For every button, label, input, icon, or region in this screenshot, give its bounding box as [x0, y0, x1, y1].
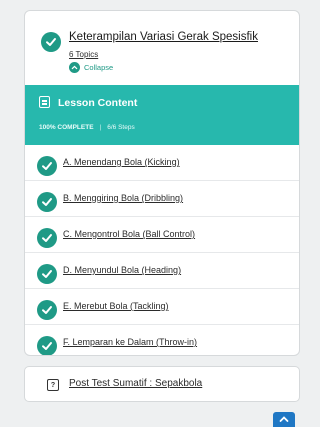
check-circle-icon — [37, 264, 57, 284]
lesson-item[interactable]: A. Menendang Bola (Kicking) — [25, 145, 299, 181]
check-circle-icon — [37, 228, 57, 248]
check-circle-icon — [37, 156, 57, 176]
check-circle-icon — [41, 32, 61, 52]
lesson-link[interactable]: A. Menendang Bola (Kicking) — [63, 157, 180, 167]
quiz-link[interactable]: Post Test Sumatif : Sepakbola — [69, 378, 202, 389]
percent-complete: 100% COMPLETE — [39, 124, 94, 131]
lesson-link[interactable]: D. Menyundul Bola (Heading) — [63, 265, 181, 275]
lesson-item[interactable]: C. Mengontrol Bola (Ball Control) — [25, 217, 299, 253]
lesson-list: A. Menendang Bola (Kicking) B. Menggirin… — [25, 145, 299, 355]
topics-count-link[interactable]: 6 Topics — [69, 50, 98, 59]
topic-header: Keterampilan Variasi Gerak Spesisfik 6 T… — [25, 11, 299, 81]
topic-title-link[interactable]: Keterampilan Variasi Gerak Spesisfik — [69, 31, 258, 43]
lesson-link[interactable]: C. Mengontrol Bola (Ball Control) — [63, 229, 195, 239]
collapse-button[interactable]: Collapse — [69, 61, 113, 73]
quiz-icon: ? — [47, 379, 59, 391]
arrow-up-icon — [279, 416, 289, 422]
lesson-link[interactable]: B. Menggiring Bola (Dribbling) — [63, 193, 183, 203]
lesson-link[interactable]: E. Merebut Bola (Tackling) — [63, 301, 169, 311]
lesson-content-title: Lesson Content — [58, 97, 138, 109]
document-icon — [39, 96, 50, 108]
quiz-card[interactable]: ? Post Test Sumatif : Sepakbola — [24, 366, 300, 402]
lesson-item[interactable]: E. Merebut Bola (Tackling) — [25, 289, 299, 325]
scroll-to-top-button[interactable] — [273, 412, 295, 427]
lesson-item[interactable]: D. Menyundul Bola (Heading) — [25, 253, 299, 289]
check-circle-icon — [37, 336, 57, 355]
steps-count: 6/6 Steps — [107, 124, 135, 131]
collapse-label: Collapse — [84, 62, 114, 72]
progress-status: 100% COMPLETE | 6/6 Steps — [39, 124, 135, 131]
check-circle-icon — [37, 300, 57, 320]
lesson-item[interactable]: B. Menggiring Bola (Dribbling) — [25, 181, 299, 217]
topic-card: Keterampilan Variasi Gerak Spesisfik 6 T… — [24, 10, 300, 356]
chevron-up-icon — [69, 61, 80, 73]
check-circle-icon — [37, 192, 57, 212]
lesson-link[interactable]: F. Lemparan ke Dalam (Throw-in) — [63, 337, 197, 347]
lesson-content-header: Lesson Content 100% COMPLETE | 6/6 Steps — [25, 85, 299, 145]
status-separator: | — [99, 124, 102, 131]
lesson-item[interactable]: F. Lemparan ke Dalam (Throw-in) — [25, 325, 299, 355]
